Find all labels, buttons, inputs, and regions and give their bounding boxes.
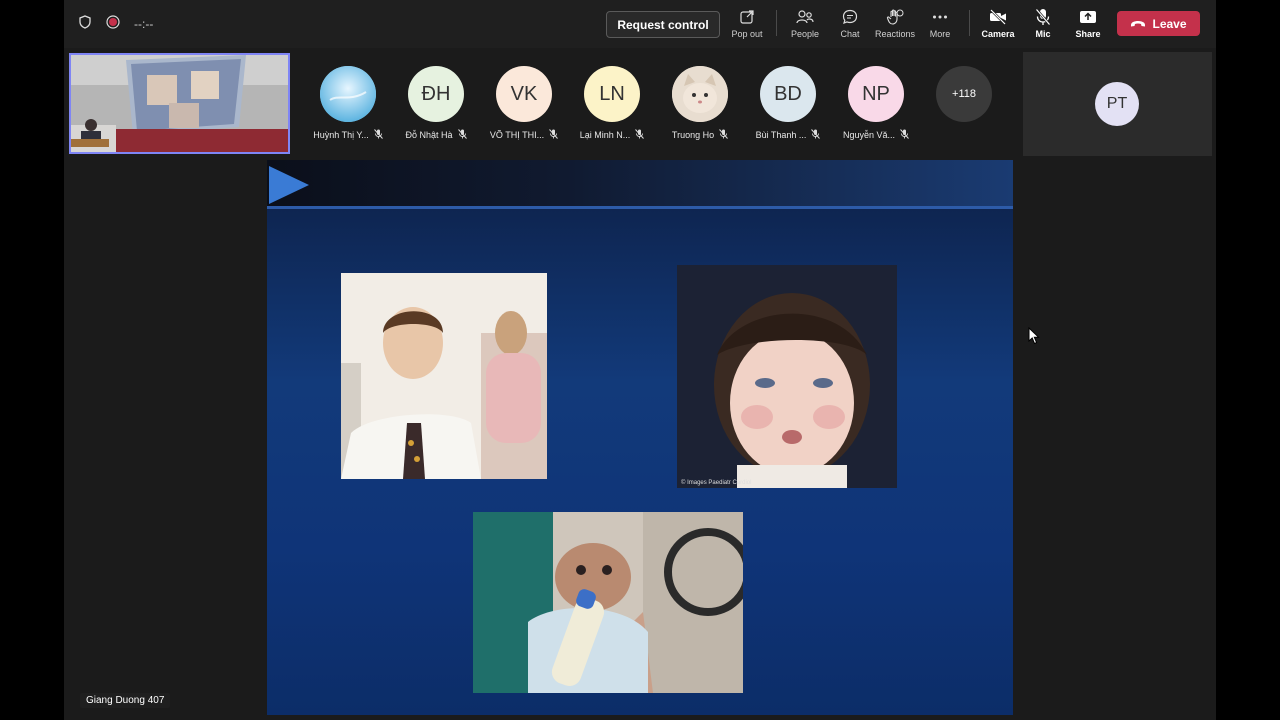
mic-muted-icon xyxy=(373,129,383,141)
participant-avatar: LN xyxy=(584,66,640,122)
camera-off-icon xyxy=(989,7,1007,27)
toolbar-divider xyxy=(969,10,970,36)
participant-name: Bùi Thanh ... xyxy=(755,130,807,140)
shield-icon xyxy=(78,14,92,34)
slide-photo-boy-suit xyxy=(341,273,547,479)
share-button[interactable]: Share xyxy=(1066,7,1110,43)
raise-hand-icon xyxy=(886,7,904,27)
participant-tile[interactable]: LN Lại Minh N... xyxy=(572,66,652,146)
participant-avatar: NP xyxy=(848,66,904,122)
participant-name: Đỗ Nhật Hà xyxy=(405,130,453,140)
pop-out-label: Pop out xyxy=(731,29,763,39)
more-button[interactable]: More xyxy=(918,7,962,43)
recording-icon xyxy=(106,14,120,34)
participant-tile[interactable]: Truong Ho xyxy=(660,66,740,146)
pop-out-button[interactable]: Pop out xyxy=(725,7,769,43)
more-participants-button[interactable]: +118 xyxy=(936,66,992,122)
more-label: More xyxy=(929,29,951,39)
participant-name: Huỳnh Thị Y... xyxy=(313,130,369,140)
people-button[interactable]: People xyxy=(783,7,827,43)
reactions-label: Reactions xyxy=(874,29,916,39)
participant-tile[interactable]: ĐH Đỗ Nhật Hà xyxy=(396,66,476,146)
camera-button[interactable]: Camera xyxy=(976,7,1020,43)
toolbar-divider xyxy=(776,10,777,36)
participant-name: Truong Ho xyxy=(671,130,715,140)
pop-out-icon xyxy=(739,7,755,27)
mic-label: Mic xyxy=(1035,29,1051,39)
participant-photo-avatar xyxy=(320,66,376,122)
participant-tile[interactable]: BD Bùi Thanh ... xyxy=(748,66,828,146)
camera-label: Camera xyxy=(981,29,1015,39)
mic-muted-icon xyxy=(635,129,645,141)
request-control-button[interactable]: Request control xyxy=(606,11,720,38)
mic-muted-icon xyxy=(900,129,909,141)
participant-name: Nguyễn Vă... xyxy=(842,130,896,140)
video-feed-image xyxy=(71,55,288,152)
hang-up-icon xyxy=(1130,17,1146,31)
presenter-name-label: Giang Duong 407 xyxy=(80,693,171,708)
mic-muted-icon xyxy=(719,129,728,141)
participant-avatar: BD xyxy=(760,66,816,122)
participant-tile[interactable]: Huỳnh Thị Y... xyxy=(308,66,388,146)
meeting-timer: --:-- xyxy=(134,17,154,31)
participant-tile[interactable]: VK VÕ THỊ THI... xyxy=(484,66,564,146)
shared-screen-slide: © Images Paediatr Cardiol xyxy=(267,160,1013,715)
mic-muted-icon xyxy=(549,129,558,141)
mic-muted-icon xyxy=(811,129,821,141)
mouse-cursor-icon xyxy=(1028,327,1040,345)
participant-name: Lại Minh N... xyxy=(579,130,631,140)
photo-caption: © Images Paediatr Cardiol xyxy=(681,479,751,486)
participant-avatar: VK xyxy=(496,66,552,122)
participant-cat-photo-avatar xyxy=(672,66,728,122)
share-label: Share xyxy=(1075,29,1101,39)
reactions-button[interactable]: Reactions xyxy=(873,7,917,43)
people-label: People xyxy=(790,29,820,39)
participant-tile[interactable]: NP Nguyễn Vă... xyxy=(836,66,916,146)
chat-icon xyxy=(842,7,858,27)
more-dots-icon xyxy=(932,7,948,27)
participant-video-tile[interactable]: PT xyxy=(1023,52,1212,156)
slide-photo-child-face: © Images Paediatr Cardiol xyxy=(677,265,897,488)
mic-off-icon xyxy=(1035,7,1051,27)
meeting-toolbar: --:-- Request control Pop out People Cha… xyxy=(64,0,1216,48)
chat-button[interactable]: Chat xyxy=(828,7,872,43)
mic-button[interactable]: Mic xyxy=(1021,7,1065,43)
slide-arrow-decoration xyxy=(269,166,309,204)
leave-label: Leave xyxy=(1152,16,1187,31)
people-icon xyxy=(796,7,814,27)
mic-muted-icon xyxy=(457,129,467,141)
participant-avatar: ĐH xyxy=(408,66,464,122)
slide-photo-baby-bottle xyxy=(473,512,743,693)
leave-button[interactable]: Leave xyxy=(1117,11,1200,36)
participant-name: VÕ THỊ THI... xyxy=(489,130,545,140)
self-video-tile[interactable] xyxy=(69,53,290,154)
participant-avatar: PT xyxy=(1095,82,1139,126)
share-screen-icon xyxy=(1079,7,1097,27)
slide-header-band xyxy=(267,160,1013,209)
chat-label: Chat xyxy=(840,29,860,39)
